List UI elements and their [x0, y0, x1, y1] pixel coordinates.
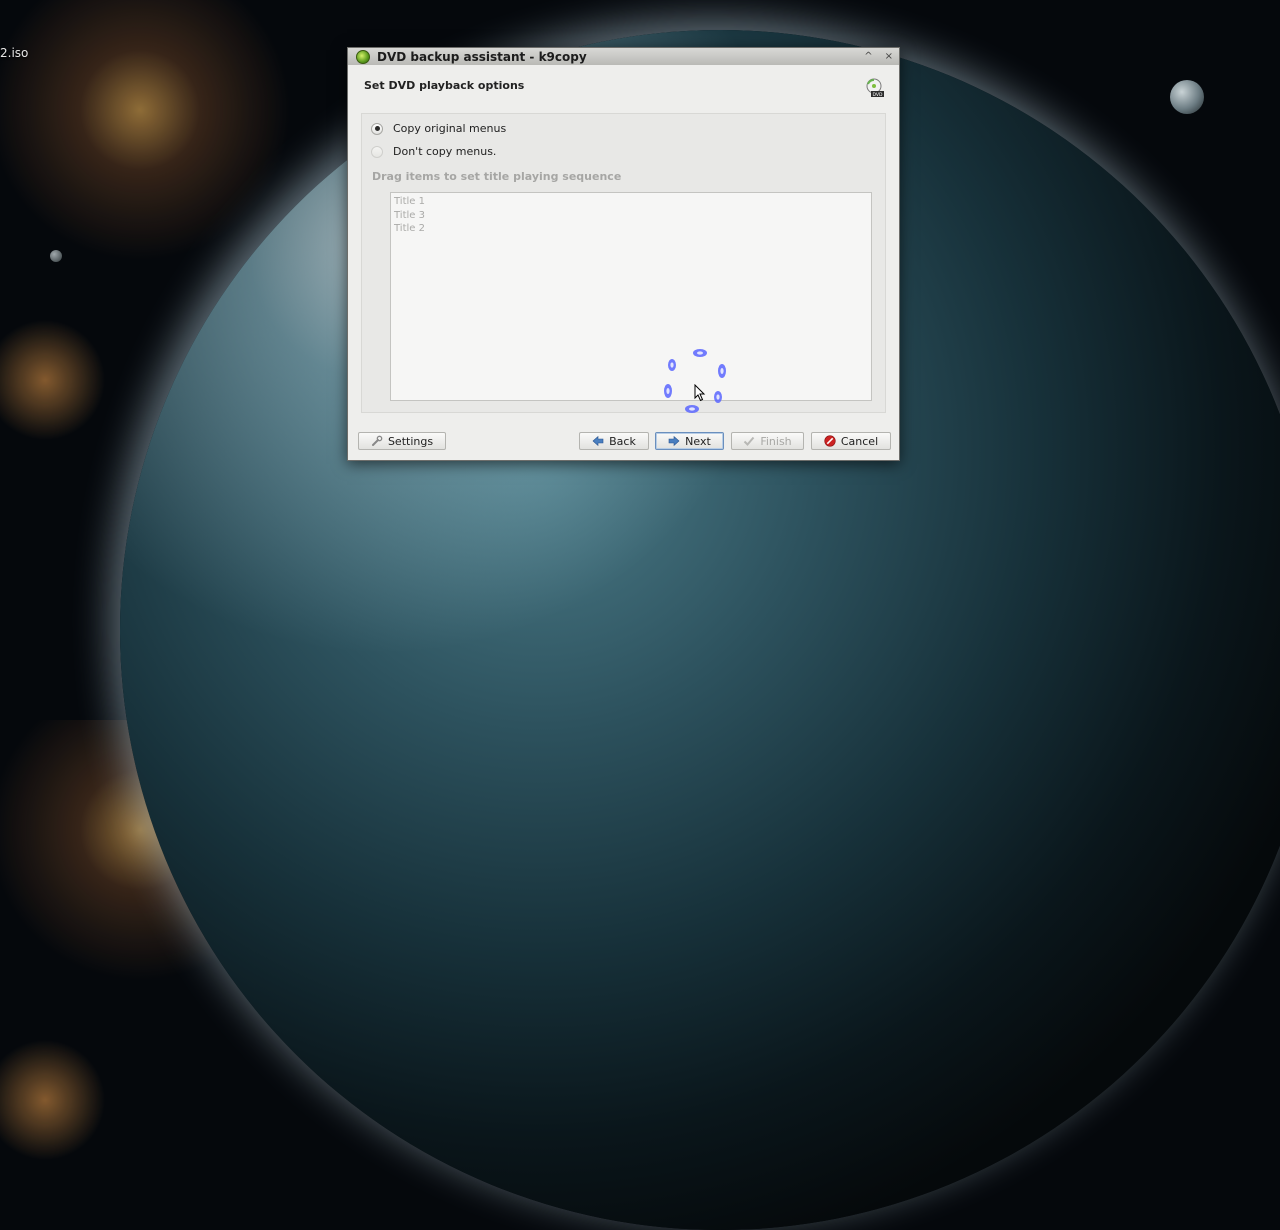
radio-dont-copy-menus[interactable]	[371, 145, 383, 158]
settings-label: Settings	[387, 434, 434, 448]
wallpaper-moon	[1170, 80, 1204, 114]
cancel-label: Cancel	[840, 434, 879, 448]
list-item[interactable]: Title 1	[394, 195, 871, 209]
window-controls: ^ ×	[864, 48, 893, 65]
next-label: Next	[685, 434, 711, 448]
option-label: Copy original menus	[393, 122, 507, 135]
wrench-icon	[371, 435, 383, 446]
checkmark-icon	[744, 436, 755, 446]
cancel-button[interactable]: Cancel	[811, 432, 891, 450]
dvd-icon: DVD	[866, 78, 884, 98]
arrow-right-icon	[668, 435, 680, 447]
back-label: Back	[609, 434, 636, 448]
arrow-left-icon	[592, 435, 604, 447]
window-titlebar[interactable]: DVD backup assistant - k9copy ^ ×	[348, 48, 899, 65]
window-title: DVD backup assistant - k9copy	[377, 49, 587, 64]
page-title: Set DVD playback options	[364, 79, 525, 92]
mouse-cursor-icon	[694, 384, 706, 402]
list-item[interactable]: Title 2	[394, 222, 871, 236]
options-panel: Copy original menus Don't copy menus. Dr…	[361, 113, 886, 413]
finish-button[interactable]: Finish	[731, 432, 804, 450]
busy-indicator-icon	[664, 349, 726, 413]
option-label: Don't copy menus.	[393, 145, 497, 158]
sequence-label: Drag items to set title playing sequence	[372, 170, 622, 183]
radio-copy-original-menus[interactable]	[371, 122, 383, 135]
title-sequence-list[interactable]: Title 1 Title 3 Title 2	[390, 192, 872, 401]
desktop-file-label[interactable]: 2.iso	[0, 46, 28, 60]
settings-button[interactable]: Settings	[358, 432, 446, 450]
wallpaper-small-moon	[50, 250, 62, 262]
close-icon[interactable]: ×	[885, 51, 893, 62]
next-button[interactable]: Next	[655, 432, 724, 450]
option-dont-copy-menus[interactable]: Don't copy menus.	[371, 145, 496, 158]
finish-label: Finish	[760, 434, 792, 448]
back-button[interactable]: Back	[579, 432, 649, 450]
svg-text:DVD: DVD	[873, 92, 883, 98]
dvd-backup-assistant-dialog: DVD backup assistant - k9copy ^ × Set DV…	[347, 47, 900, 461]
cancel-icon	[824, 435, 836, 447]
option-copy-original-menus[interactable]: Copy original menus	[371, 122, 506, 135]
minimize-icon[interactable]: ^	[864, 51, 872, 62]
list-item[interactable]: Title 3	[394, 209, 871, 223]
k9copy-app-icon[interactable]	[356, 49, 370, 64]
